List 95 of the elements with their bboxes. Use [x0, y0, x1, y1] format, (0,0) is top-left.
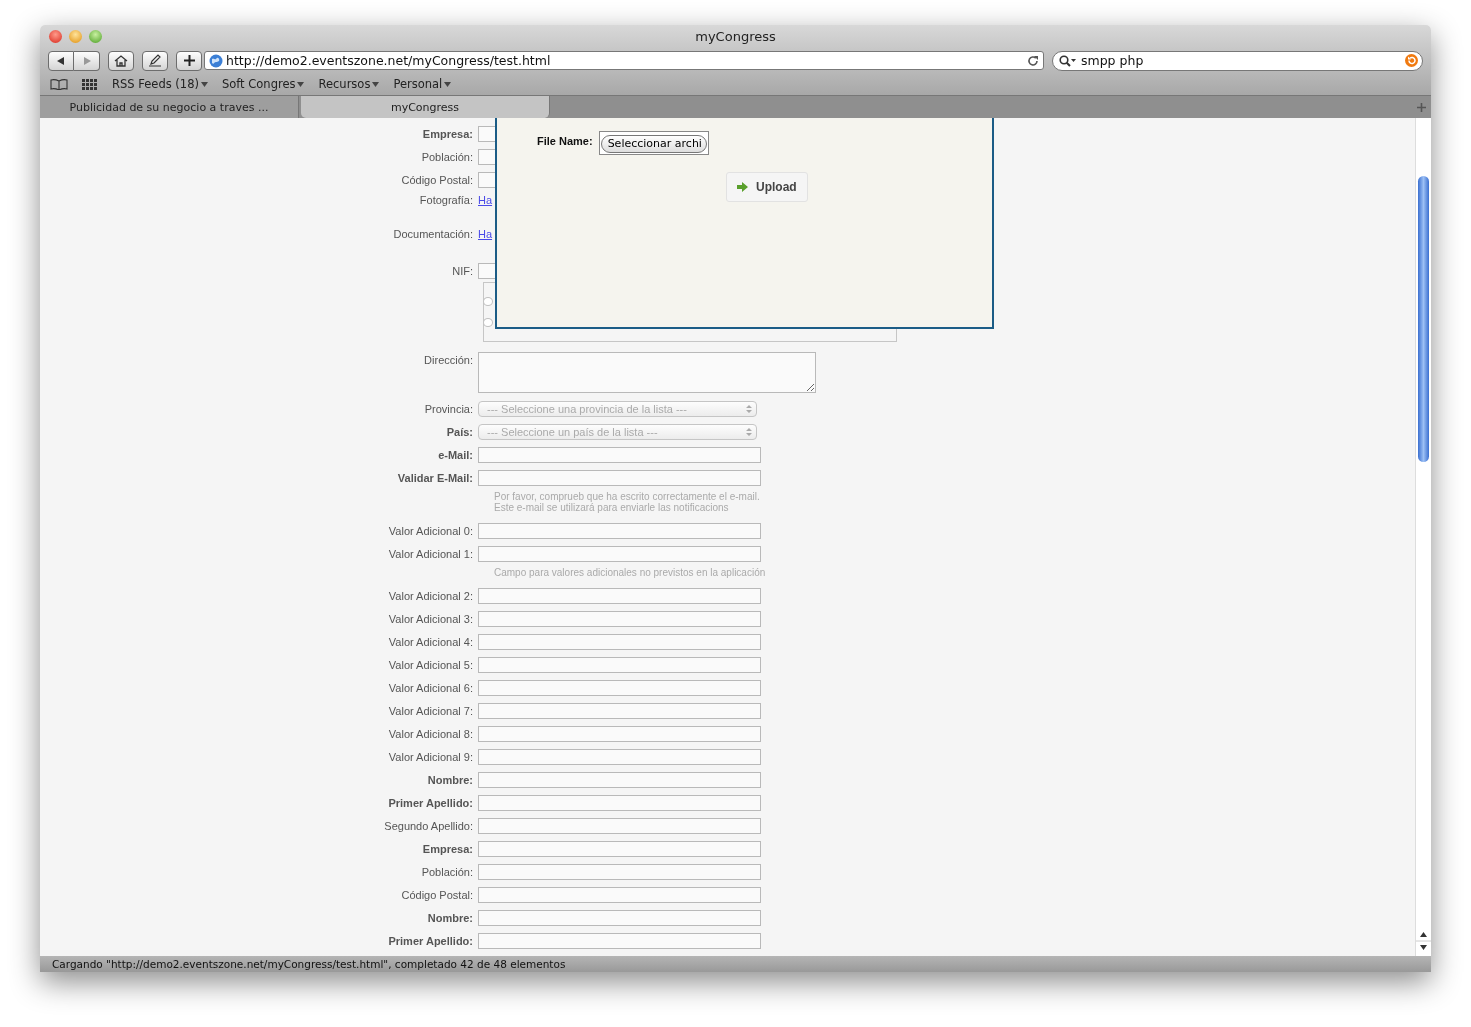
field-label: Población: [420, 865, 474, 878]
snapback-icon[interactable] [1405, 54, 1418, 67]
pencil-icon [148, 54, 162, 67]
radio-button[interactable] [483, 297, 493, 306]
minimize-button[interactable] [69, 30, 82, 43]
bookmark-menu[interactable]: RSS Feeds (18) [112, 77, 208, 91]
field-label: Valor Adicional 2: [387, 589, 474, 602]
field-label: Valor Adicional 5: [387, 658, 474, 671]
field-label: Dirección: [423, 353, 474, 366]
back-icon [56, 55, 66, 66]
field-label: e-Mail: [437, 448, 474, 461]
text-field[interactable] [478, 610, 761, 627]
field-label: Población: [420, 150, 474, 163]
arrow-icon [737, 181, 748, 192]
hint-text: Campo para valores adicionales no previstos en la aplicación [494, 567, 767, 578]
text-field[interactable] [478, 909, 761, 926]
bookmark-menu[interactable]: Personal [393, 77, 452, 91]
text-field[interactable] [478, 656, 761, 673]
text-field[interactable] [478, 633, 761, 650]
field-label: Primer Apellido: [387, 796, 474, 809]
scroll-thumb[interactable] [1418, 176, 1429, 462]
field-label: Empresa: [421, 127, 474, 140]
window-title: myCongress [695, 29, 776, 44]
back-button[interactable] [48, 50, 74, 71]
upload-link[interactable]: Ha [478, 228, 493, 240]
text-field[interactable] [478, 748, 761, 765]
globe-icon [209, 53, 223, 68]
field-label: Validar E-Mail: [396, 471, 474, 484]
upload-button[interactable]: Upload [726, 171, 808, 202]
field-label: Código Postal: [400, 173, 474, 186]
field-label: NIF: [451, 264, 474, 277]
stepper-icon [746, 403, 752, 414]
scrollbar[interactable] [1415, 118, 1431, 956]
field-label: Nombre: [426, 911, 474, 924]
plus-icon [183, 55, 195, 66]
search-icon [1059, 54, 1077, 67]
field-label: Fotografía: [418, 194, 474, 206]
stepper-icon [746, 426, 752, 437]
hint-text: Por favor, comprueb que ha escrito correctamente el e-mail. [494, 491, 761, 502]
text-field[interactable] [478, 702, 761, 719]
text-field[interactable] [478, 794, 761, 811]
text-field[interactable] [478, 863, 761, 880]
close-button[interactable] [49, 30, 62, 43]
field-label: Empresa: [421, 842, 474, 855]
book-icon[interactable] [50, 78, 68, 90]
zoom-button[interactable] [89, 30, 102, 43]
field-label: Provincia: [423, 402, 474, 415]
field-label: Código Postal: [400, 888, 474, 901]
new-tab-icon[interactable] [1417, 102, 1426, 112]
text-field[interactable] [478, 545, 761, 562]
bookmark-menu[interactable]: Soft Congres [221, 77, 305, 91]
edit-button[interactable] [142, 50, 168, 71]
field-label: Valor Adicional 4: [387, 635, 474, 648]
search-field[interactable]: smpp php [1052, 50, 1423, 71]
field-label: Segundo Apellido: [383, 819, 474, 832]
text-field[interactable] [478, 469, 761, 486]
text-field[interactable] [478, 932, 761, 949]
bookmark-menu[interactable]: Recursos [318, 77, 380, 91]
browser-tab[interactable]: Publicidad de su negocio a traves ... [40, 96, 299, 118]
text-field[interactable] [478, 840, 761, 857]
field-label: Primer Apellido: [387, 934, 474, 947]
field-label: Documentación: [392, 228, 474, 240]
file-name-label: File Name: [537, 134, 593, 147]
upload-link[interactable]: Ha [478, 194, 493, 206]
browser-tab[interactable]: myCongress [301, 96, 550, 118]
text-field[interactable] [478, 446, 761, 463]
forward-icon [81, 55, 92, 66]
forward-button[interactable] [74, 50, 100, 71]
text-field[interactable] [478, 817, 761, 834]
reload-icon[interactable] [1027, 54, 1039, 67]
text-field[interactable] [478, 725, 761, 742]
grid-icon[interactable] [82, 78, 98, 90]
text-field[interactable] [478, 679, 761, 696]
add-bookmark-button[interactable] [176, 50, 202, 71]
radio-button[interactable] [483, 318, 493, 327]
field-label: Nombre: [426, 773, 474, 786]
text-field[interactable] [478, 587, 761, 604]
field-label: Valor Adicional 3: [387, 612, 474, 625]
choose-file-button[interactable]: Seleccionar archi [600, 134, 707, 153]
address-field[interactable] [478, 352, 816, 393]
home-icon [114, 54, 128, 67]
field-label: Valor Adicional 1: [387, 547, 474, 560]
home-button[interactable] [108, 50, 134, 71]
field-label: Valor Adicional 8: [387, 727, 474, 740]
text-field[interactable] [478, 771, 761, 788]
field-label: Valor Adicional 9: [387, 750, 474, 763]
field-label: Valor Adicional 7: [387, 704, 474, 717]
hint-text: Este e-mail se utilizará para enviarle las notificacions [494, 502, 730, 513]
field-label: Valor Adicional 6: [387, 681, 474, 694]
address-field[interactable]: http://demo2.eventszone.net/myCongress/test.html [204, 51, 1044, 70]
text-field[interactable] [478, 886, 761, 903]
text-field[interactable] [478, 522, 761, 539]
status-text: Cargando "http://demo2.eventszone.net/myCongress/test.html", completado 42 de 48 elementos [52, 958, 566, 970]
field-label: País: [445, 425, 474, 438]
field-label: Valor Adicional 0: [387, 524, 474, 537]
